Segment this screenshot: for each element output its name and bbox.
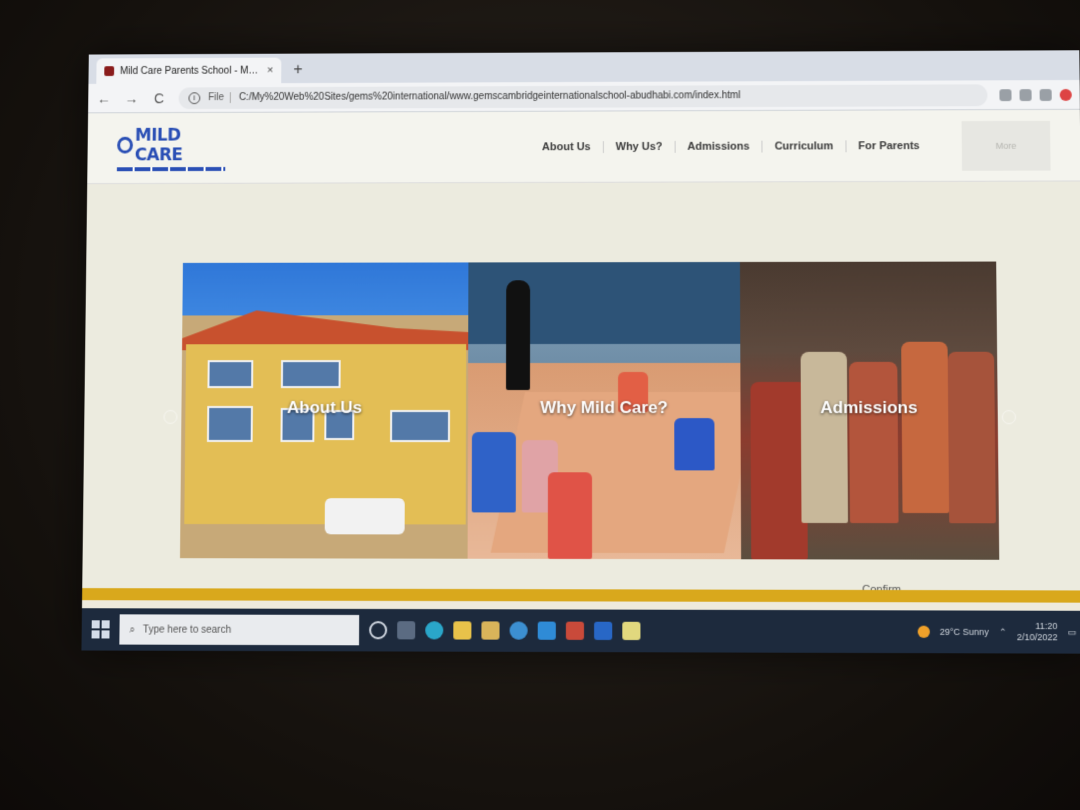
weather-text[interactable]: 29°C Sunny (940, 627, 989, 637)
file-scheme-label: File (208, 92, 231, 104)
white-van (324, 498, 405, 535)
file-explorer-icon[interactable] (453, 621, 472, 640)
slider-next-icon[interactable] (1001, 410, 1017, 425)
clock[interactable]: 11:20 2/10/2022 (1017, 621, 1058, 644)
slide-admissions[interactable]: Admissions (739, 261, 1000, 560)
address-bar[interactable]: i File C:/My%20Web%20Sites/gems%20intern… (178, 83, 988, 109)
more-button[interactable]: More (961, 120, 1051, 171)
notepad-app-icon[interactable] (622, 621, 641, 641)
slide-caption-about-us: About Us (286, 398, 363, 418)
notification-icon[interactable]: ▭ (1068, 627, 1077, 638)
info-icon[interactable]: i (188, 91, 201, 104)
nav-admissions[interactable]: Admissions (674, 140, 762, 153)
browser-tab-strip: Mild Care Parents School - Muny × + (88, 50, 1080, 84)
tab-close-icon[interactable]: × (267, 65, 273, 77)
calendar-app-icon[interactable] (481, 621, 500, 640)
nav-about-us[interactable]: About Us (530, 141, 602, 153)
browser-tab[interactable]: Mild Care Parents School - Muny × (96, 57, 282, 84)
clock-time: 11:20 (1035, 620, 1058, 632)
nav-why-us[interactable]: Why Us? (602, 140, 675, 153)
share-icon[interactable] (999, 88, 1012, 101)
start-windows-icon[interactable] (91, 620, 110, 639)
main-navigation: About Us Why Us? Admissions Curriculum F… (530, 139, 932, 153)
tab-title: Mild Care Parents School - Muny (119, 65, 262, 77)
cortana-icon[interactable] (369, 621, 388, 640)
school-favicon-icon (104, 66, 115, 77)
slide-about-us[interactable]: About Us (179, 262, 469, 559)
word-app-icon[interactable] (594, 621, 613, 640)
opera-browser-icon[interactable] (565, 621, 585, 640)
slide-why-mild-care[interactable]: Why Mild Care? (467, 261, 742, 560)
network-icon[interactable]: ⌃ (999, 626, 1007, 637)
school-building-photo (184, 344, 467, 525)
url-text[interactable]: C:/My%20Web%20Sites/gems%20international… (239, 90, 741, 103)
system-tray: 29°C Sunny ⌃ 11:20 2/10/2022 ▭ (917, 621, 1076, 644)
sun-weather-icon (917, 625, 930, 638)
logo-text: MILD CARE (134, 125, 183, 165)
nav-curriculum[interactable]: Curriculum (761, 139, 846, 153)
hero-slider: About Us Why Mild Care? Admissions (163, 261, 1017, 560)
chrome-browser-icon[interactable] (509, 621, 528, 640)
windows-taskbar: ⌕ Type here to search 29°C Sunny ⌃ 11:20… (81, 608, 1080, 654)
bookmark-star-icon[interactable] (1019, 88, 1032, 101)
site-main: About Us Why Mild Care? Admissions (82, 181, 1080, 603)
logo-circle-icon (117, 136, 134, 154)
extension-icon[interactable] (1039, 88, 1052, 101)
task-view-icon[interactable] (397, 621, 416, 640)
edge-browser-icon[interactable] (425, 621, 444, 640)
clock-date: 2/10/2022 (1016, 632, 1058, 643)
mail-app-icon[interactable] (537, 621, 556, 640)
footer-gold-bar (82, 588, 1080, 603)
slider-prev-icon[interactable] (163, 409, 178, 424)
school-logo[interactable]: MILD CARE (116, 125, 226, 171)
taskbar-search[interactable]: ⌕ Type here to search (119, 614, 360, 646)
monitor-screen: Mild Care Parents School - Muny × + ← → … (81, 50, 1080, 654)
slide-caption-why-mild-care: Why Mild Care? (540, 398, 668, 418)
forward-arrow-icon[interactable]: → (124, 90, 140, 106)
slide-caption-admissions: Admissions (820, 398, 918, 418)
logo-stripe (116, 166, 226, 171)
profile-avatar-icon[interactable] (1059, 88, 1072, 101)
browser-toolbar: ← → C i File C:/My%20Web%20Sites/gems%20… (88, 79, 1080, 114)
new-tab-button[interactable]: + (285, 57, 311, 83)
site-header: MILD CARE About Us Why Us? Admissions Cu… (87, 109, 1080, 185)
search-icon: ⌕ (129, 623, 136, 636)
reload-icon[interactable]: C (151, 90, 167, 106)
back-arrow-icon[interactable]: ← (96, 90, 112, 106)
nav-for-parents[interactable]: For Parents (845, 139, 932, 152)
taskbar-search-placeholder: Type here to search (142, 623, 232, 636)
extensions-area (999, 88, 1072, 101)
teacher-figure (506, 280, 531, 391)
